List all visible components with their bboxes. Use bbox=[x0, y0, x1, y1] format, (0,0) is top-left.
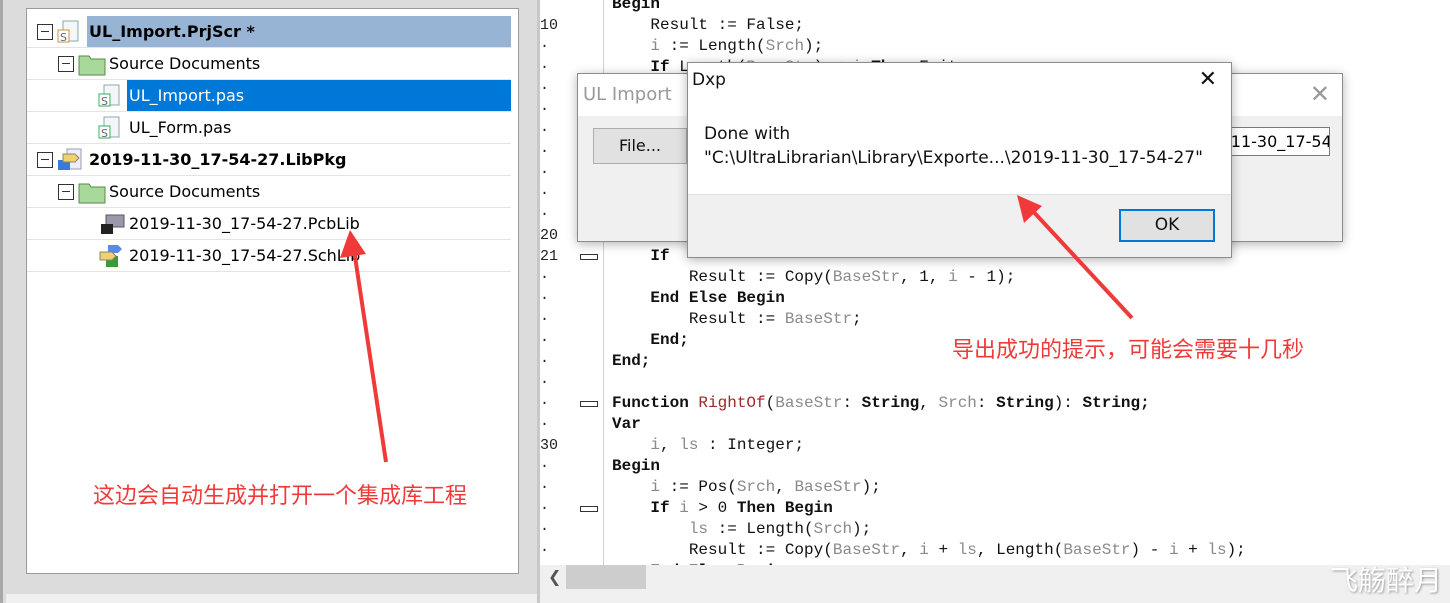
annotation-left: 这边会自动生成并打开一个集成库工程 bbox=[93, 484, 468, 509]
annotation-right: 导出成功的提示，可能会需要十几秒 bbox=[952, 338, 1305, 363]
arrow-to-library bbox=[340, 230, 388, 463]
arrow-to-dialog bbox=[1017, 195, 1134, 320]
annotation-arrows bbox=[340, 195, 1134, 463]
